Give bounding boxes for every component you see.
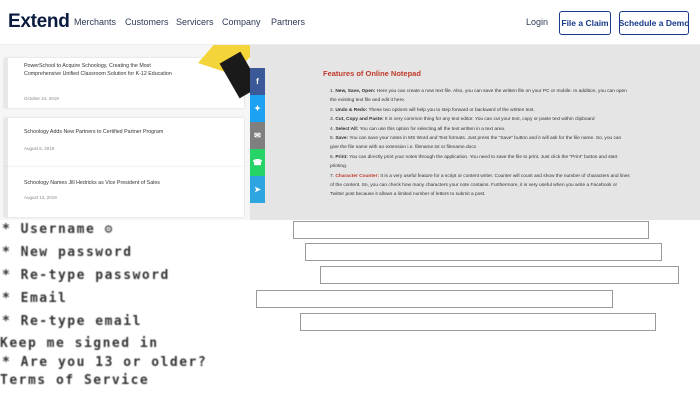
facebook-icon: f xyxy=(256,77,259,86)
feature-item: 4. Select All: You can use this option f… xyxy=(330,125,630,134)
feature-item: 6. Print: You can directly print your no… xyxy=(330,153,630,172)
email-label: * Email xyxy=(2,291,68,306)
nav-partners[interactable]: Partners xyxy=(271,17,305,27)
blog-date: October 24, 2019 xyxy=(24,96,59,101)
blog-title[interactable]: Schoology Adds New Partners to Certified… xyxy=(24,128,174,136)
feature-head: Undo & Redo: xyxy=(335,107,368,113)
feature-item: 1. New, Save, Open: Here you can create … xyxy=(330,87,630,106)
feature-head: New, Save, Open: xyxy=(335,89,376,94)
retype-password-label: * Re-type password xyxy=(2,268,170,283)
feature-head: Character Counter: xyxy=(335,173,380,179)
features-panel: Features of Online Notepad 1. New, Save,… xyxy=(250,45,700,220)
twitter-share-button[interactable]: ✦ xyxy=(250,95,265,122)
whatsapp-icon: ☎ xyxy=(252,158,263,167)
blog-title[interactable]: PowerSchool to Acquire Schoology, Creati… xyxy=(24,62,174,78)
username-input[interactable] xyxy=(293,221,649,239)
feature-item: 7. Character Counter: It is a very usefu… xyxy=(330,172,630,200)
blog-date: August 13, 2019 xyxy=(24,195,57,200)
feature-item: 5. Save: You can save your notes in MS W… xyxy=(330,134,630,153)
feature-text: It is very common thing for any text edi… xyxy=(383,117,595,123)
username-label: * Username ⚙ xyxy=(2,222,114,237)
feature-item: 2. Undo & Redo: These two options will h… xyxy=(330,106,630,115)
login-link[interactable]: Login xyxy=(526,17,548,27)
retype-password-input[interactable] xyxy=(320,266,679,284)
new-password-input[interactable] xyxy=(305,243,662,261)
nav-customers[interactable]: Customers xyxy=(125,17,169,27)
feature-head: Select All: xyxy=(335,126,359,132)
feature-head: Cut, Copy and Paste: xyxy=(335,117,384,123)
share-bar: f ✦ ✉ ☎ ➤ xyxy=(250,68,265,203)
site-header: Extend Merchants Customers Servicers Com… xyxy=(0,0,700,45)
telegram-icon: ➤ xyxy=(254,185,261,194)
new-password-label: * New password xyxy=(2,245,133,260)
feature-head: Save: xyxy=(335,136,349,142)
blog-date: August 6, 2019 xyxy=(24,146,55,151)
feature-head: Print: xyxy=(335,154,348,160)
schedule-demo-button[interactable]: Schedule a Demo xyxy=(619,11,689,35)
retype-email-input[interactable] xyxy=(300,313,656,331)
feature-text: You can use this option for selecting al… xyxy=(358,126,506,132)
terms-of-service-label[interactable]: Terms of Service xyxy=(0,373,149,388)
features-title: Features of Online Notepad xyxy=(323,69,421,78)
feature-text: These two options will help you to step … xyxy=(367,107,535,113)
blog-card[interactable]: Schoology Adds New Partners to Certified… xyxy=(4,118,244,168)
file-claim-button[interactable]: File a Claim xyxy=(559,11,611,35)
twitter-icon: ✦ xyxy=(254,104,261,113)
features-list: 1. New, Save, Open: Here you can create … xyxy=(330,87,630,200)
logo[interactable]: Extend xyxy=(8,11,70,33)
feature-text: Here you can create a new text file. Als… xyxy=(330,89,627,104)
email-share-button[interactable]: ✉ xyxy=(250,122,265,149)
keep-signed-in-label[interactable]: Keep me signed in xyxy=(0,336,159,351)
email-input[interactable] xyxy=(256,290,613,308)
blog-card[interactable]: Schoology Names Jill Hedricks as Vice Pr… xyxy=(4,167,244,217)
facebook-share-button[interactable]: f xyxy=(250,68,265,95)
nav-merchants[interactable]: Merchants xyxy=(74,17,116,27)
whatsapp-share-button[interactable]: ☎ xyxy=(250,149,265,176)
nav-servicers[interactable]: Servicers xyxy=(176,17,214,27)
retype-email-label: * Re-type email xyxy=(2,314,142,329)
email-icon: ✉ xyxy=(254,131,261,140)
blog-title[interactable]: Schoology Names Jill Hedricks as Vice Pr… xyxy=(24,179,174,187)
telegram-share-button[interactable]: ➤ xyxy=(250,176,265,203)
blog-panel: PowerSchool to Acquire Schoology, Creati… xyxy=(0,45,250,220)
feature-text: You can directly print your notes throug… xyxy=(330,154,618,170)
age-question-label[interactable]: * Are you 13 or older? xyxy=(2,355,207,370)
feature-item: 3. Cut, Copy and Paste: It is very commo… xyxy=(330,115,630,124)
nav-company[interactable]: Company xyxy=(222,17,261,27)
feature-text: You can save your notes in MS Word and T… xyxy=(330,136,622,151)
